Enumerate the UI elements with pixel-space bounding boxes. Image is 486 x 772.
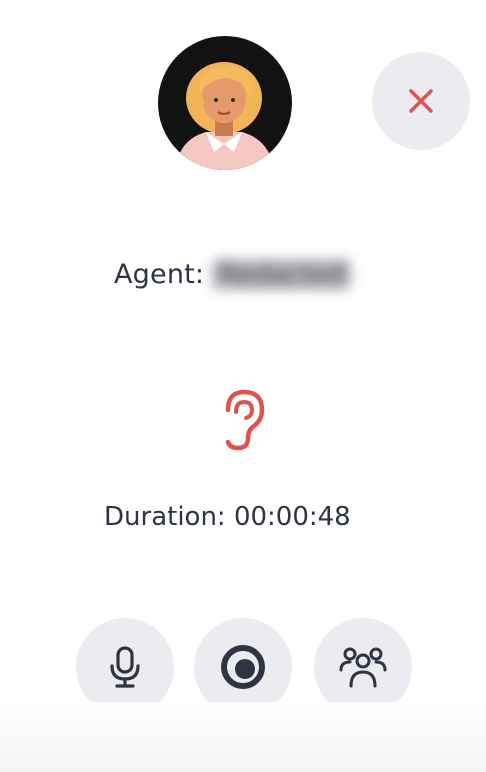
close-icon (409, 89, 433, 113)
bottom-fade (0, 702, 486, 772)
avatar-illustration (176, 62, 274, 170)
record-icon (221, 645, 265, 689)
ear-icon (225, 389, 265, 451)
close-button[interactable] (372, 52, 470, 150)
participants-icon (339, 647, 387, 688)
call-duration: Duration: 00:00:48 (104, 502, 351, 532)
agent-info: Agent: Redacted (114, 254, 352, 294)
agent-name-redacted: Redacted (212, 258, 352, 290)
microphone-icon (110, 646, 140, 688)
avatar (158, 36, 292, 170)
agent-label: Agent: (114, 258, 205, 290)
call-panel: Agent: Redacted Duration: 00:00:48 (0, 0, 486, 772)
